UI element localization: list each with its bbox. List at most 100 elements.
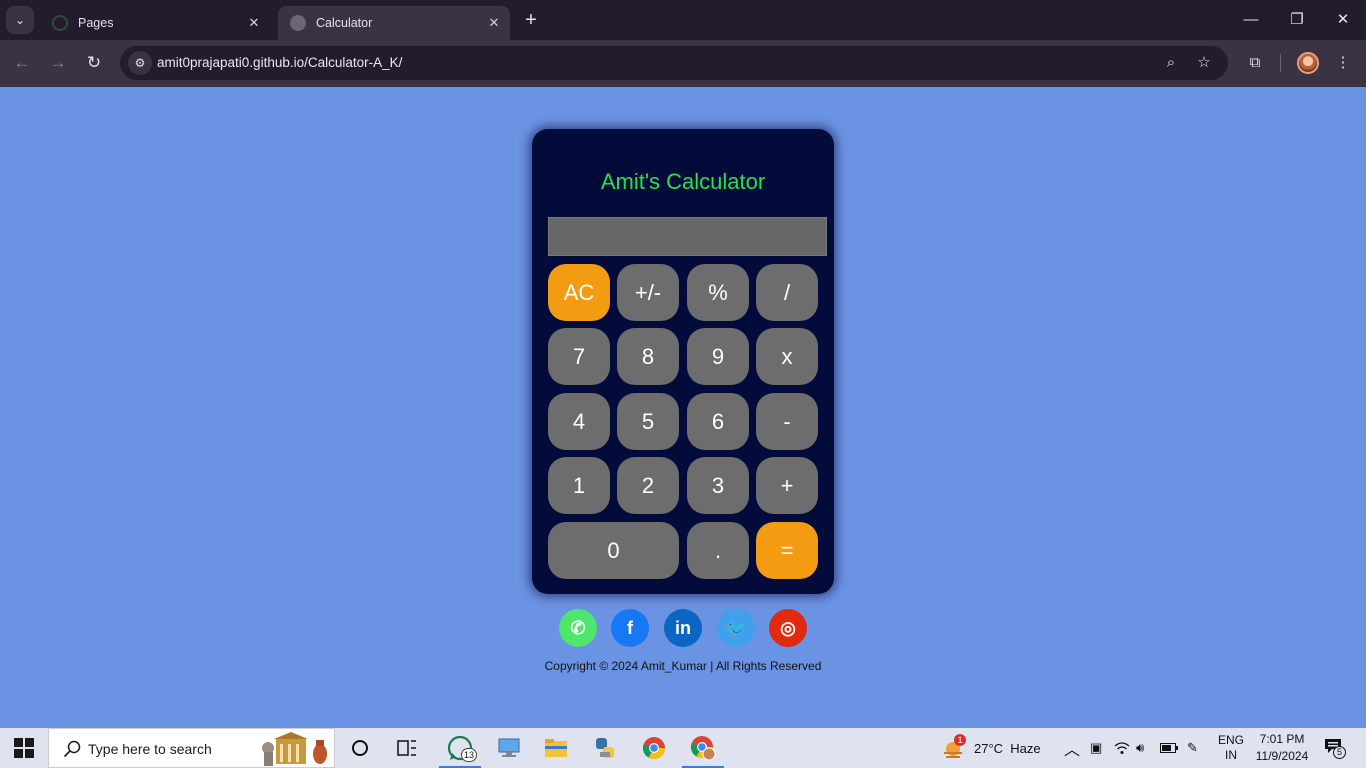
pen-icon: ✎ xyxy=(1187,740,1198,755)
browser-tab-strip: ⌄ Pages ✕ Calculator ✕ + — ❐ ✕ xyxy=(0,0,1366,40)
profile-avatar[interactable] xyxy=(1297,52,1319,74)
taskbar-chrome[interactable] xyxy=(631,728,677,768)
close-icon[interactable]: ✕ xyxy=(486,15,502,31)
zoom-icon[interactable]: ⌕ xyxy=(1160,52,1182,74)
digit-0-button[interactable]: 0 xyxy=(548,522,679,579)
cortana-button[interactable] xyxy=(337,728,383,768)
divide-button[interactable]: / xyxy=(756,264,818,321)
action-center-button[interactable]: 5 xyxy=(1324,728,1346,768)
add-button[interactable]: + xyxy=(756,457,818,514)
digit-3-button[interactable]: 3 xyxy=(687,457,749,514)
webcam-icon: ▣ xyxy=(1090,740,1103,755)
new-tab-button[interactable]: + xyxy=(520,9,542,31)
close-icon[interactable]: ✕ xyxy=(246,15,262,31)
tab-title: Pages xyxy=(78,16,114,30)
start-button[interactable] xyxy=(14,738,34,758)
taskbar-whatsapp[interactable]: 13 xyxy=(437,728,483,768)
multiply-button[interactable]: x xyxy=(756,328,818,385)
subtract-button[interactable]: - xyxy=(756,393,818,450)
more-menu-icon[interactable]: ⋮ xyxy=(1331,51,1355,75)
chrome-profile-icon xyxy=(690,736,716,761)
arrow-left-icon: ← xyxy=(13,53,31,72)
percent-button[interactable]: % xyxy=(687,264,749,321)
tab-title: Calculator xyxy=(316,16,373,30)
chevron-down-icon: ⌄ xyxy=(14,13,26,27)
decimal-button[interactable]: . xyxy=(687,522,749,579)
notification-icon: 5 xyxy=(1324,738,1346,759)
weather-text: 27°C Haze xyxy=(974,740,1041,756)
region-code: IN xyxy=(1225,748,1237,762)
close-icon: ✕ xyxy=(1336,11,1350,28)
facebook-link[interactable]: f xyxy=(611,609,649,647)
extensions-icon[interactable]: ⧉ xyxy=(1243,51,1267,75)
instagram-icon: ◎ xyxy=(780,617,796,638)
digit-5-button[interactable]: 5 xyxy=(617,393,679,450)
input-language-button[interactable]: ENG IN xyxy=(1218,728,1244,768)
tab-search-button[interactable]: ⌄ xyxy=(6,6,34,34)
toggle-sign-button[interactable]: +/- xyxy=(617,264,679,321)
all-clear-button[interactable]: AC xyxy=(548,264,610,321)
digit-7-button[interactable]: 7 xyxy=(548,328,610,385)
linkedin-link[interactable]: in xyxy=(664,609,702,647)
bookmark-star-icon[interactable]: ☆ xyxy=(1193,52,1215,74)
clock[interactable]: 7:01 PM 11/9/2024 xyxy=(1254,728,1310,768)
back-button[interactable]: ← xyxy=(10,51,34,75)
python-icon xyxy=(596,738,614,758)
tab-pages[interactable]: Pages ✕ xyxy=(40,6,270,40)
camera-tray-icon[interactable]: ▣ xyxy=(1090,728,1102,768)
window-close-button[interactable]: ✕ xyxy=(1331,8,1355,32)
clock-date: 11/9/2024 xyxy=(1255,749,1309,763)
url-text[interactable]: amit0prajapati0.github.io/Calculator-A_K… xyxy=(157,55,402,70)
site-info-icon[interactable]: ⚙ xyxy=(128,51,152,75)
task-view-button[interactable] xyxy=(384,728,430,768)
folder-icon xyxy=(545,739,567,757)
digit-1-button[interactable]: 1 xyxy=(548,457,610,514)
taskbar-python[interactable] xyxy=(582,728,628,768)
facebook-icon: f xyxy=(627,617,633,638)
monitor-app-icon xyxy=(498,738,520,757)
show-hidden-icons-button[interactable]: ︿ xyxy=(1064,728,1080,768)
speaker-icon: 🔊︎ xyxy=(1136,740,1145,755)
social-links: ✆ f in 🐦 ◎ xyxy=(0,609,1366,647)
pen-tray-icon[interactable]: ✎ xyxy=(1187,728,1198,768)
arrow-right-icon: → xyxy=(49,53,67,72)
calculator-display xyxy=(548,217,827,256)
taskbar-search[interactable]: Type here to search xyxy=(48,728,335,768)
weather-haze-icon: 1 xyxy=(942,734,966,759)
forward-button[interactable]: → xyxy=(46,51,70,75)
taskbar-app-monitor[interactable] xyxy=(486,728,532,768)
digit-6-button[interactable]: 6 xyxy=(687,393,749,450)
instagram-link[interactable]: ◎ xyxy=(769,609,807,647)
windows-taskbar: Type here to search 13 1 27°C Haze ︿ ▣ 🔊… xyxy=(0,728,1366,768)
chevron-up-icon: ︿ xyxy=(1064,742,1081,759)
restore-button[interactable]: ❐ xyxy=(1285,8,1309,32)
twitter-link[interactable]: 🐦 xyxy=(717,609,755,647)
digit-8-button[interactable]: 8 xyxy=(617,328,679,385)
digit-2-button[interactable]: 2 xyxy=(617,457,679,514)
reload-button[interactable]: ↻ xyxy=(82,51,106,75)
minimize-button[interactable]: — xyxy=(1239,8,1263,32)
plus-icon: + xyxy=(525,9,537,31)
network-tray-icon[interactable] xyxy=(1114,728,1130,768)
whatsapp-link[interactable]: ✆ xyxy=(559,609,597,647)
weather-widget[interactable]: 1 27°C Haze xyxy=(942,728,1041,768)
restore-icon: ❐ xyxy=(1290,11,1304,28)
equals-button[interactable]: = xyxy=(756,522,818,579)
task-view-icon xyxy=(397,740,416,756)
taskbar-file-explorer[interactable] xyxy=(533,728,579,768)
reload-icon: ↻ xyxy=(86,53,102,72)
tab-calculator[interactable]: Calculator ✕ xyxy=(278,6,510,40)
taskbar-chrome-profile[interactable] xyxy=(680,728,726,768)
cortana-icon xyxy=(352,740,368,756)
digit-9-button[interactable]: 9 xyxy=(687,328,749,385)
battery-tray-icon[interactable] xyxy=(1160,728,1178,768)
github-favicon-icon xyxy=(52,15,68,31)
search-icon xyxy=(63,740,81,758)
digit-4-button[interactable]: 4 xyxy=(548,393,610,450)
volume-tray-icon[interactable]: 🔊︎ xyxy=(1136,728,1144,768)
calculator-title: Amit's Calculator xyxy=(600,169,766,194)
weather-alert-badge: 1 xyxy=(954,734,966,746)
language-code: ENG xyxy=(1218,733,1245,747)
address-bar[interactable]: ⚙ amit0prajapati0.github.io/Calculator-A… xyxy=(120,46,1228,80)
clock-time: 7:01 PM xyxy=(1259,732,1305,746)
